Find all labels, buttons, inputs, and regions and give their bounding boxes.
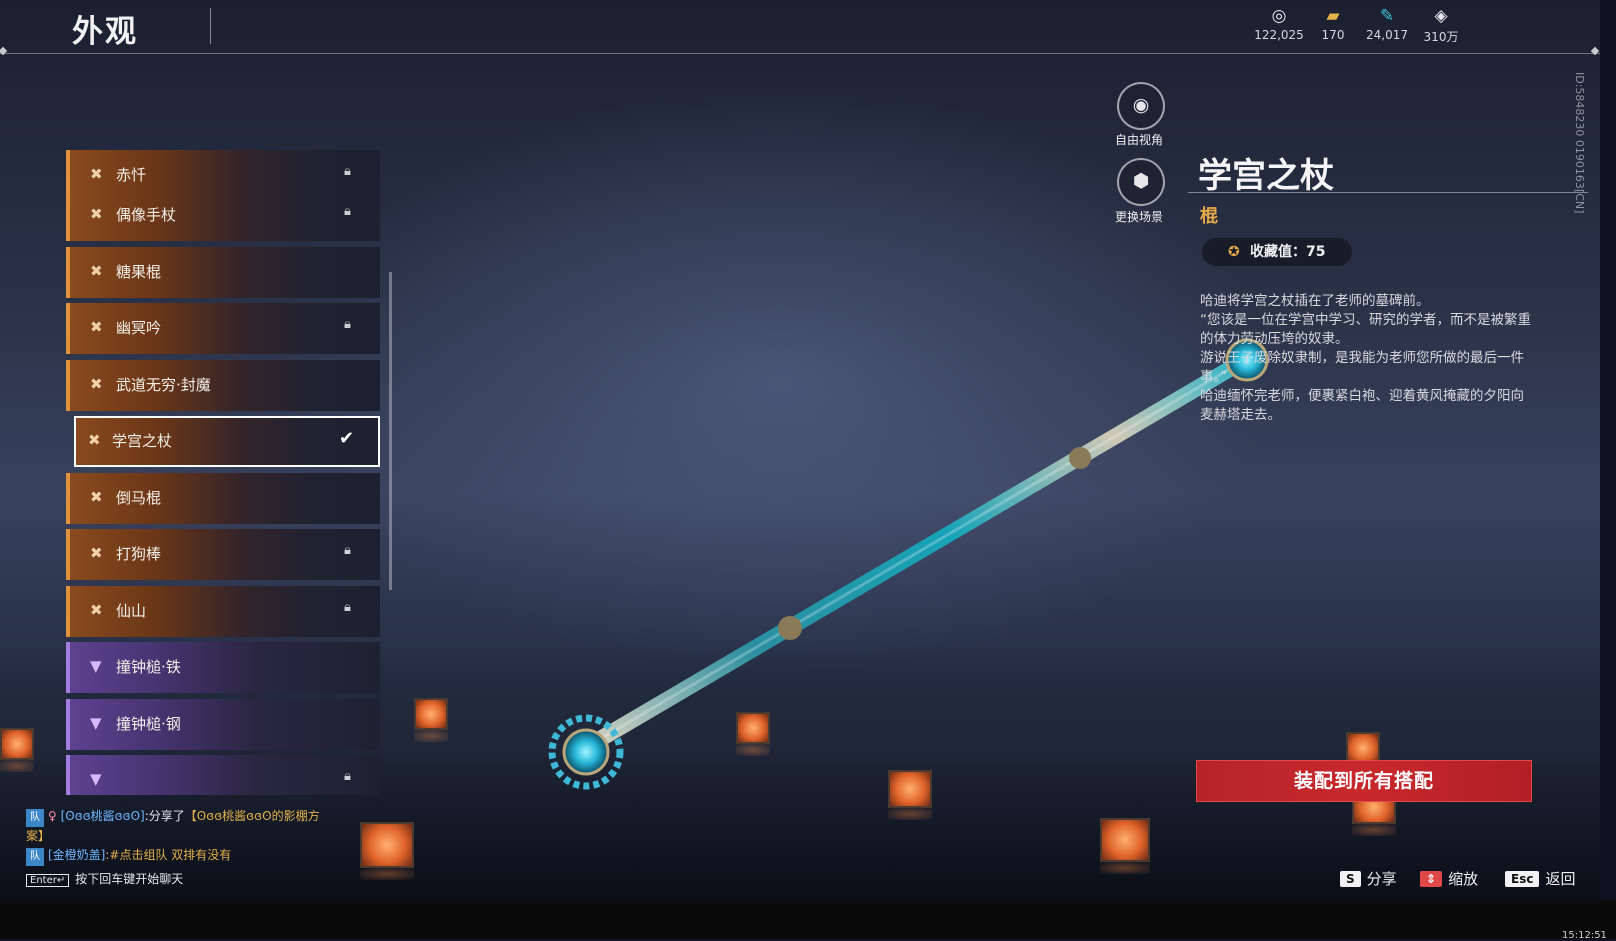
check-icon: ✔	[339, 428, 355, 449]
player-id: ID:5848230 0190163[CN]	[1573, 72, 1586, 214]
title-underline	[1188, 192, 1588, 193]
description-line: 哈迪缅怀完老师，便裹紧白袍、迎着黄风掩藏的夕阳向麦赫塔走去。	[1200, 388, 1524, 423]
item-label: 倒马棍	[116, 489, 162, 507]
rarity-icon: ▼	[90, 770, 102, 788]
chat-sender[interactable]: [金橙奶盖]	[48, 848, 105, 862]
item-label: 幽冥吟	[116, 319, 162, 337]
list-item[interactable]: ✖ 打狗棒 🔒︎	[66, 529, 380, 580]
rarity-icon: ✖	[90, 601, 103, 619]
lantern	[1100, 818, 1150, 874]
mouse-icon: ⇕	[1420, 871, 1443, 887]
team-tag: 队	[26, 809, 44, 827]
lock-icon: 🔒︎	[344, 204, 351, 219]
lock-icon: 🔒︎	[344, 317, 351, 332]
item-name: 学宫之杖	[1198, 156, 1334, 196]
item-label: 撞钟槌·铁	[116, 658, 181, 676]
divider-ornament	[0, 46, 8, 56]
currency-value: 310万	[1423, 30, 1459, 44]
list-item[interactable]: ✖ 武道无穷·封魔	[66, 360, 380, 411]
lock-icon: 🔒︎	[344, 769, 351, 784]
list-item[interactable]: ✖ 偶像手杖 🔒︎	[66, 190, 380, 241]
share-hint[interactable]: S 分享	[1340, 868, 1397, 889]
team-tag: 队	[26, 848, 44, 866]
rarity-icon: ✖	[90, 488, 103, 506]
rarity-icon: ✖	[90, 544, 103, 562]
hint-label: 分享	[1366, 870, 1397, 888]
hint-label: 返回	[1545, 870, 1576, 888]
gem-icon: ◈	[1434, 6, 1448, 26]
description-line: “您该是一位在学宫中学习、研究的学者，而不是被繁重的体力劳动压垮的奴隶。	[1200, 312, 1531, 347]
key-s: S	[1340, 871, 1361, 887]
rarity-icon: ✖	[90, 205, 103, 223]
camera-icon[interactable]: ◉	[1117, 82, 1165, 130]
lock-icon: 🔒︎	[344, 164, 351, 179]
item-label: 仙山	[116, 602, 147, 620]
collect-value-badge: ✪ 收藏值：75	[1202, 238, 1352, 266]
list-item[interactable]: ▼ 撞钟槌·铁	[66, 642, 380, 693]
rarity-icon: ✖	[90, 318, 103, 336]
item-type: 棍	[1200, 206, 1218, 227]
list-scrollbar[interactable]	[389, 272, 392, 590]
item-label: 武道无穷·封魔	[116, 376, 211, 394]
rarity-icon: ✖	[90, 375, 103, 393]
lantern	[736, 712, 770, 756]
rarity-icon: ✖	[90, 165, 103, 183]
rarity-icon: ✖	[90, 262, 103, 280]
chat-panel[interactable]: 队 ♀ [ʘɞɞ桃酱ɞɞʘ]:分享了【ʘɞɞ桃酱ɞɞʘ的影棚方案】 队 [金橙奶盖]…	[26, 807, 326, 867]
collect-icon: ✪	[1228, 244, 1240, 260]
rarity-icon: ✖	[88, 431, 101, 449]
chat-enter-hint[interactable]: Enter↵ 按下回车键开始聊天	[26, 870, 183, 887]
chat-text: :分享了	[144, 809, 185, 823]
item-label: 打狗棒	[116, 545, 162, 563]
key-esc: Esc	[1505, 871, 1540, 887]
divider-ornament	[1590, 46, 1600, 56]
lantern	[0, 728, 34, 772]
title-divider	[210, 8, 211, 44]
list-item-selected[interactable]: ✖ 学宫之杖 ✔	[74, 416, 380, 467]
rarity-icon: ▼	[90, 714, 102, 732]
change-scene-label: 更换场景	[1114, 210, 1163, 224]
item-label: 撞钟槌·钢	[116, 715, 181, 733]
list-item[interactable]: ▼ 🔒︎	[66, 755, 380, 795]
chat-message: 队 ♀ [ʘɞɞ桃酱ɞɞʘ]:分享了【ʘɞɞ桃酱ɞɞʘ的影棚方案】	[26, 809, 320, 843]
scene-background: 外观 ◎ 122,025 ▰ 170 ✎ 24,017 ◈ 310万 ✖ 赤忏 …	[0, 0, 1600, 900]
list-item[interactable]: ✖ 糖果棍	[66, 247, 380, 298]
clock: 15:12:51	[1562, 930, 1607, 941]
item-label: 糖果棍	[116, 263, 162, 281]
collect-label: 收藏值：75	[1250, 244, 1326, 260]
description-line: 游说王子废除奴隶制，是我能为老师您所做的最后一件事。”	[1200, 350, 1524, 385]
list-item[interactable]: ▼ 撞钟槌·钢	[66, 699, 380, 750]
zoom-hint[interactable]: ⇕ 缩放	[1420, 868, 1478, 889]
cube-icon[interactable]: ⬢	[1117, 158, 1165, 206]
page-title: 外观	[72, 14, 138, 50]
chat-sender[interactable]: [ʘɞɞ桃酱ɞɞʘ]	[61, 809, 145, 823]
lock-icon: 🔒︎	[344, 543, 351, 558]
lantern	[888, 770, 932, 820]
list-item[interactable]: ✖ 幽冥吟 🔒︎	[66, 303, 380, 354]
item-label: 赤忏	[116, 166, 147, 184]
rarity-icon: ▼	[90, 657, 102, 675]
chat-text[interactable]: :#点击组队 双排有没有	[105, 848, 231, 862]
list-item[interactable]: ✖ 仙山 🔒︎	[66, 586, 380, 637]
lantern	[414, 698, 448, 742]
enter-hint-label: 按下回车键开始聊天	[75, 872, 184, 886]
back-hint[interactable]: Esc 返回	[1505, 868, 1575, 889]
item-description: 哈迪将学宫之杖插在了老师的墓碑前。 “您该是一位在学宫中学习、研究的学者，而不是…	[1200, 292, 1535, 425]
enter-key-icon: Enter↵	[26, 874, 70, 887]
equip-all-button[interactable]: 装配到所有搭配	[1196, 760, 1532, 802]
skin-list[interactable]: ✖ 赤忏 🔒︎ ✖ 偶像手杖 🔒︎ ✖ 糖果棍 ✖ 幽冥吟 🔒︎ ✖ 武道无穷·…	[66, 150, 384, 795]
os-taskbar	[0, 900, 1616, 939]
chat-message: 队 [金橙奶盖]:#点击组队 双排有没有	[26, 846, 326, 866]
free-view-label: 自由视角	[1114, 133, 1163, 147]
list-item[interactable]: ✖ 倒马棍	[66, 473, 380, 524]
hint-label: 缩放	[1448, 870, 1479, 888]
lock-icon: 🔒︎	[344, 600, 351, 615]
item-label: 学宫之杖	[112, 432, 173, 450]
item-label: 偶像手杖	[116, 206, 177, 224]
lantern	[360, 822, 414, 880]
description-line: 哈迪将学宫之杖插在了老师的墓碑前。	[1200, 293, 1430, 309]
currency-gems[interactable]: ◈ 310万	[1406, 6, 1476, 45]
